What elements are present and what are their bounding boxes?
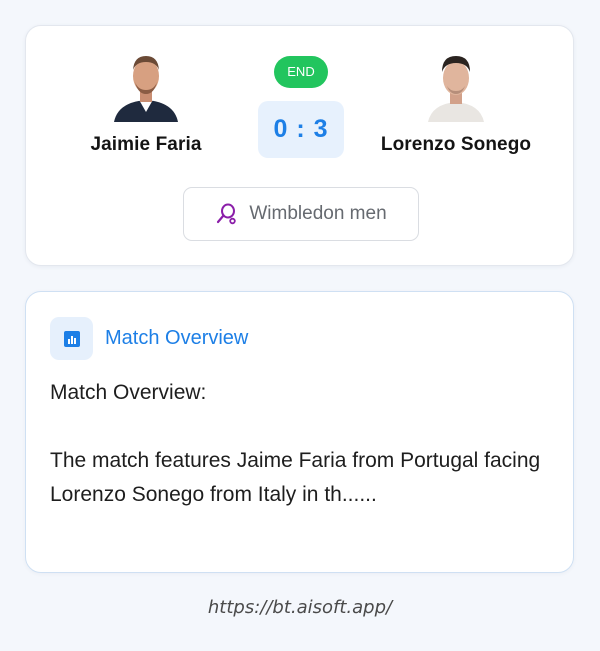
overview-heading: Match Overview:: [50, 381, 207, 404]
overview-card: Match Overview Match Overview: The match…: [25, 291, 574, 573]
overview-header: Match Overview: [50, 317, 248, 360]
match-score: 0 : 3: [258, 101, 344, 158]
overview-title: Match Overview: [105, 327, 249, 349]
tournament-label: Wimbledon men: [249, 203, 387, 224]
overview-summary: The match features Jaime Faria from Port…: [50, 449, 541, 506]
away-player[interactable]: Lorenzo Sonego: [366, 48, 546, 156]
player-avatar: [420, 48, 492, 122]
away-player-name: Lorenzo Sonego: [380, 134, 532, 155]
player-avatar: [110, 48, 182, 122]
match-status-badge: END: [274, 56, 328, 88]
overview-text: Match Overview: The match features Jaime…: [50, 376, 555, 512]
home-player-name: Jaimie Faria: [90, 134, 202, 155]
tennis-racket-icon: [215, 203, 237, 225]
tournament-button[interactable]: Wimbledon men: [183, 187, 419, 241]
footer-url[interactable]: https://bt.aisoft.app/: [0, 597, 600, 618]
match-card[interactable]: Jaimie Faria END 0 : 3 Lorenzo Sonego Wi…: [25, 25, 574, 266]
home-player[interactable]: Jaimie Faria: [56, 48, 236, 156]
bar-chart-icon: [50, 317, 93, 360]
